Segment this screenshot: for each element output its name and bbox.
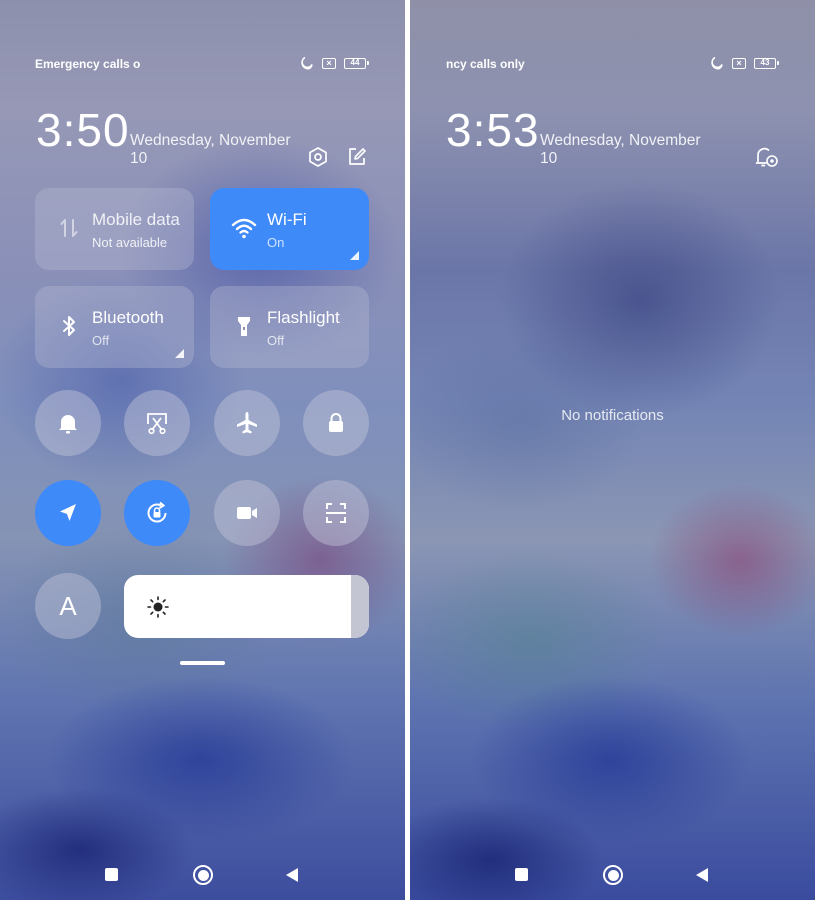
rotation-lock-icon: [147, 501, 167, 523]
wifi-icon: [231, 218, 257, 239]
clock-date: Wednesday, November 10: [130, 132, 291, 167]
drag-handle[interactable]: [180, 661, 225, 665]
expand-corner-icon: [175, 349, 184, 358]
screenshot-icon: [147, 413, 167, 435]
flashlight-icon: [238, 317, 250, 336]
control-center-screen: Emergency calls o × 44 3:50 Wednesday, N…: [0, 0, 405, 900]
video-camera-icon: [237, 507, 257, 519]
recents-button[interactable]: [515, 868, 528, 881]
status-icons: × 43: [710, 56, 779, 70]
tile-title: Mobile data: [92, 210, 180, 229]
toggle-airplane[interactable]: [214, 390, 280, 456]
toggle-screen-record[interactable]: [214, 480, 280, 546]
toggle-screenshot[interactable]: [124, 390, 190, 456]
moon-icon: [711, 56, 723, 70]
brightness-slider[interactable]: [124, 575, 369, 638]
tile-subtitle: On: [267, 235, 285, 250]
clock-date: Wednesday, November 10: [540, 132, 701, 167]
carrier-status: Emergency calls o: [35, 57, 141, 71]
settings-icon[interactable]: [307, 146, 329, 168]
auto-brightness-button[interactable]: A: [35, 573, 101, 639]
tile-flashlight[interactable]: Flashlight Off: [210, 286, 369, 368]
scanner-icon: [326, 503, 346, 523]
tile-subtitle: Off: [92, 333, 110, 348]
expand-corner-icon: [350, 251, 359, 260]
status-icons: × 44: [300, 56, 369, 70]
clock-time: 3:53: [446, 104, 540, 156]
notification-shade-screen: ncy calls only × 43 3:53 Wednesday, Nove…: [410, 0, 815, 900]
edit-icon[interactable]: [346, 146, 368, 168]
tile-title: Wi-Fi: [267, 210, 307, 229]
no-notifications-message: No notifications: [561, 407, 664, 424]
auto-brightness-label: A: [59, 590, 77, 621]
carrier-status: ncy calls only: [446, 57, 525, 71]
clock-time: 3:50: [36, 104, 130, 156]
tile-bluetooth[interactable]: Bluetooth Off: [35, 286, 194, 368]
lock-icon: [329, 413, 343, 432]
toggle-rotation-lock[interactable]: [124, 480, 190, 546]
moon-icon: [301, 56, 313, 70]
tile-wifi[interactable]: Wi-Fi On: [210, 188, 369, 270]
tile-subtitle: Not available: [92, 235, 168, 250]
bell-icon: [59, 415, 77, 434]
battery-icon: 43: [754, 57, 779, 69]
brightness-track[interactable]: [351, 575, 369, 638]
toggle-scanner[interactable]: [303, 480, 369, 546]
home-button[interactable]: [193, 865, 213, 885]
back-button[interactable]: [286, 868, 298, 882]
airplane-icon: [237, 412, 257, 434]
no-sim-icon: ×: [732, 57, 746, 69]
home-button[interactable]: [603, 865, 623, 885]
toggle-location[interactable]: [35, 480, 101, 546]
toggle-bell[interactable]: [35, 390, 101, 456]
tile-title: Flashlight: [267, 308, 340, 327]
sun-icon: [147, 596, 169, 618]
location-arrow-icon: [60, 504, 76, 521]
back-button[interactable]: [696, 868, 708, 882]
recents-button[interactable]: [105, 868, 118, 881]
mobile-data-icon: [60, 219, 78, 237]
tile-mobile-data[interactable]: Mobile data Not available: [35, 188, 194, 270]
tile-subtitle: Off: [267, 333, 285, 348]
bluetooth-icon: [63, 316, 75, 336]
no-sim-icon: ×: [322, 57, 336, 69]
toggle-lock[interactable]: [303, 390, 369, 456]
battery-icon: 44: [344, 57, 369, 69]
tile-title: Bluetooth: [92, 308, 164, 327]
notification-settings-icon[interactable]: [754, 144, 780, 170]
